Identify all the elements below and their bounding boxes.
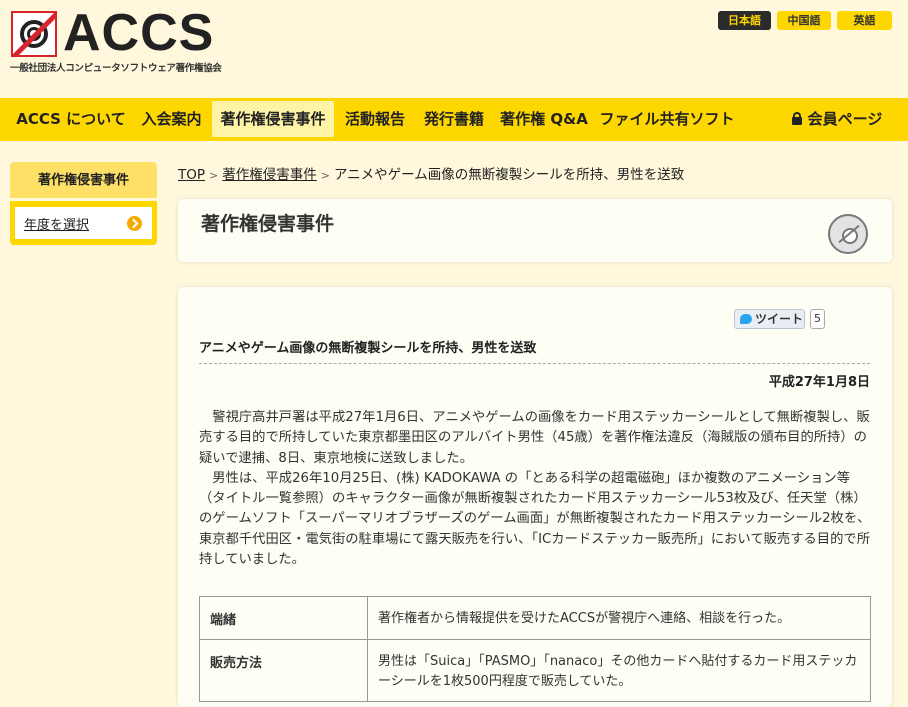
chevron-right-icon: > xyxy=(209,169,219,182)
lang-japanese-button[interactable]: 日本語 xyxy=(718,11,771,30)
no-copy-disc-icon xyxy=(11,11,57,57)
case-info-table: 端緒 著作権者から情報提供を受けたACCSが警視庁へ連絡、相談を行った。 販売方… xyxy=(199,596,871,702)
article-body: 警視庁高井戸署は平成27年1月6日、アニメやゲームの画像をカード用ステッカーシー… xyxy=(199,408,871,570)
section-header-card: 著作権侵害事件 xyxy=(178,199,892,262)
accs-logo[interactable]: ACCS 一般社団法人コンピュータソフトウェア著作権協会 xyxy=(9,4,222,75)
article-card: ツイート 5 アニメやゲーム画像の無断複製シールを所持、男性を送致 平成27年1… xyxy=(178,287,892,707)
logo-subtitle: 一般社団法人コンピュータソフトウェア著作権協会 xyxy=(10,63,222,74)
lang-chinese-button[interactable]: 中国語 xyxy=(777,11,831,30)
table-row-label: 販売方法 xyxy=(199,639,368,702)
article-paragraph: 警視庁高井戸署は平成27年1月6日、アニメやゲームの画像をカード用ステッカーシー… xyxy=(199,410,870,466)
sidebar-title: 著作権侵害事件 xyxy=(10,162,157,198)
lock-icon xyxy=(791,112,802,125)
breadcrumb-category-link[interactable]: 著作権侵害事件 xyxy=(222,167,317,183)
tweet-label: ツイート xyxy=(755,312,804,326)
article-title: アニメやゲーム画像の無断複製シールを所持、男性を送致 xyxy=(199,341,537,356)
disc-icon xyxy=(828,214,868,254)
chevron-right-icon: > xyxy=(320,169,330,182)
tweet-button[interactable]: ツイート xyxy=(734,309,805,329)
tweet-count: 5 xyxy=(810,309,825,329)
nav-copyright-infringement[interactable]: 著作権侵害事件 xyxy=(212,101,334,137)
nav-activity-report[interactable]: 活動報告 xyxy=(340,101,410,137)
sidebar-year-box: 年度を選択 xyxy=(10,201,157,245)
section-title: 著作権侵害事件 xyxy=(201,213,335,235)
nav-copyright-qa[interactable]: 著作権 Q&A xyxy=(496,101,592,137)
divider xyxy=(199,363,870,364)
logo-text: ACCS xyxy=(63,4,215,62)
breadcrumb-top-link[interactable]: TOP xyxy=(178,167,205,183)
breadcrumb-current: アニメやゲーム画像の無断複製シールを所持、男性を送致 xyxy=(333,167,685,183)
twitter-bird-icon xyxy=(740,314,752,324)
nav-publications[interactable]: 発行書籍 xyxy=(419,101,489,137)
nav-membership[interactable]: 入会案内 xyxy=(136,101,207,137)
table-row: 販売方法 男性は「Suica」「PASMO」「nanaco」その他カードへ貼付す… xyxy=(199,639,871,702)
breadcrumb: TOP > 著作権侵害事件 > アニメやゲーム画像の無断複製シールを所持、男性を送致 xyxy=(178,163,684,183)
table-row-value: 著作権者から情報提供を受けたACCSが警視庁へ連絡、相談を行った。 xyxy=(367,596,871,640)
nav-member-page[interactable]: 会員ページ xyxy=(786,101,888,137)
year-select-label: 年度を選択 xyxy=(24,218,90,233)
table-row-value: 男性は「Suica」「PASMO」「nanaco」その他カードへ貼付するカード用… xyxy=(367,639,871,702)
arrow-right-circle-icon xyxy=(127,216,142,231)
member-page-label: 会員ページ xyxy=(807,110,883,128)
article-date: 平成27年1月8日 xyxy=(768,375,870,390)
lang-english-button[interactable]: 英語 xyxy=(837,11,892,30)
nav-file-sharing[interactable]: ファイル共有ソフト xyxy=(598,101,736,137)
main-nav: ACCS について 入会案内 著作権侵害事件 活動報告 発行書籍 著作権 Q&A… xyxy=(0,98,908,141)
table-row: 端緒 著作権者から情報提供を受けたACCSが警視庁へ連絡、相談を行った。 xyxy=(199,596,871,640)
table-row-label: 端緒 xyxy=(199,596,368,640)
year-select-button[interactable]: 年度を選択 xyxy=(15,207,152,239)
nav-about-accs[interactable]: ACCS について xyxy=(12,101,130,137)
article-paragraph: 男性は、平成26年10月25日、(株) KADOKAWA の「とある科学の超電磁… xyxy=(199,470,871,568)
site-header: ACCS 一般社団法人コンピュータソフトウェア著作権協会 日本語 中国語 英語 xyxy=(0,0,908,98)
